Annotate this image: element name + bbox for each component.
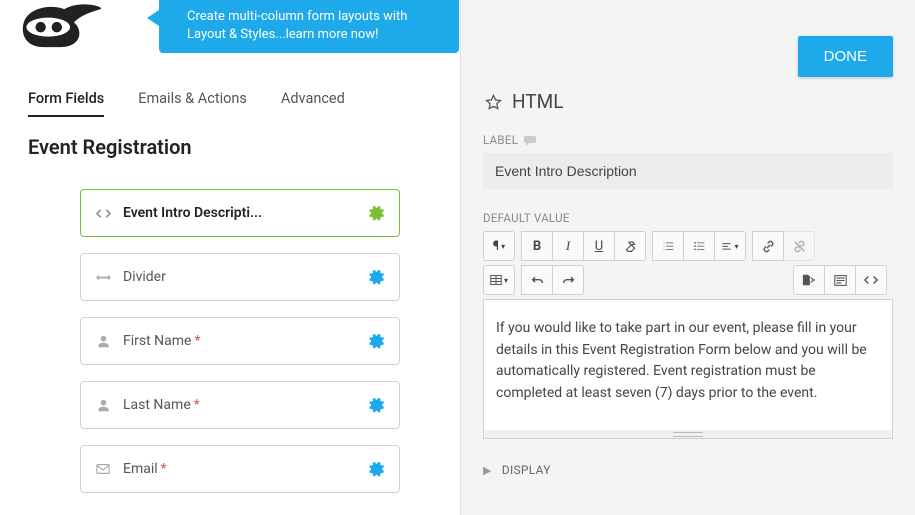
display-section-toggle[interactable]: ▶ DISPLAY: [483, 463, 893, 477]
default-value-section-header: DEFAULT VALUE: [483, 211, 570, 225]
field-label: First Name*: [123, 333, 369, 349]
field-item-last-name[interactable]: Last Name*: [80, 381, 400, 429]
merge-tags-button[interactable]: [793, 265, 825, 295]
gear-icon[interactable]: [369, 333, 385, 349]
label-input[interactable]: [483, 153, 893, 189]
tip-banner[interactable]: Create multi-column form layouts with La…: [159, 0, 459, 53]
star-icon[interactable]: [485, 93, 502, 110]
resize-handle[interactable]: [484, 430, 892, 438]
field-item-divider[interactable]: Divider: [80, 253, 400, 301]
required-indicator: *: [161, 461, 167, 477]
rich-text-button[interactable]: [824, 265, 856, 295]
required-indicator: *: [194, 333, 200, 349]
comment-icon: [524, 135, 536, 145]
gear-icon[interactable]: [369, 269, 385, 285]
field-label: Last Name*: [123, 397, 369, 413]
tab-advanced[interactable]: Advanced: [281, 90, 345, 117]
field-label: Divider: [123, 269, 369, 285]
display-section-label: DISPLAY: [502, 463, 551, 477]
envelope-icon: [95, 461, 111, 477]
unlink-button[interactable]: [783, 231, 815, 261]
panel-title: HTML: [512, 90, 563, 113]
ninja-logo: [15, 0, 110, 60]
field-label: Email*: [123, 461, 369, 477]
required-indicator: *: [194, 397, 200, 413]
paragraph-dropdown[interactable]: ¶ ▾: [483, 231, 515, 261]
undo-button[interactable]: [521, 265, 553, 295]
italic-button[interactable]: I: [552, 231, 584, 261]
field-item-first-name[interactable]: First Name*: [80, 317, 400, 365]
gear-icon[interactable]: [369, 205, 385, 221]
tab-emails-actions[interactable]: Emails & Actions: [138, 90, 247, 117]
table-dropdown[interactable]: ▾: [483, 265, 515, 295]
field-item-email[interactable]: Email*: [80, 445, 400, 493]
user-icon: [95, 397, 111, 413]
redo-button[interactable]: [552, 265, 584, 295]
link-button[interactable]: [752, 231, 784, 261]
form-title: Event Registration: [0, 117, 460, 169]
underline-button[interactable]: U: [583, 231, 615, 261]
gear-icon[interactable]: [369, 397, 385, 413]
ul-button[interactable]: [683, 231, 715, 261]
done-button[interactable]: DONE: [798, 36, 893, 77]
eraser-button[interactable]: [614, 231, 646, 261]
gear-icon[interactable]: [369, 461, 385, 477]
default-value-editor[interactable]: If you would like to take part in our ev…: [483, 299, 893, 439]
arrows-h-icon: [95, 269, 111, 285]
field-list: Event Intro Descripti... Divider: [0, 169, 460, 493]
user-icon: [95, 333, 111, 349]
field-item-event-intro[interactable]: Event Intro Descripti...: [80, 189, 400, 237]
ol-button[interactable]: [652, 231, 684, 261]
field-label: Event Intro Descripti...: [123, 205, 369, 221]
tab-form-fields[interactable]: Form Fields: [28, 90, 104, 117]
editor-content[interactable]: If you would like to take part in our ev…: [484, 300, 892, 430]
chevron-right-icon: ▶: [483, 464, 492, 477]
code-view-button[interactable]: [855, 265, 887, 295]
label-section-header: LABEL: [483, 133, 518, 147]
code-icon: [95, 205, 111, 221]
align-dropdown[interactable]: ▾: [714, 231, 746, 261]
bold-button[interactable]: B: [521, 231, 553, 261]
